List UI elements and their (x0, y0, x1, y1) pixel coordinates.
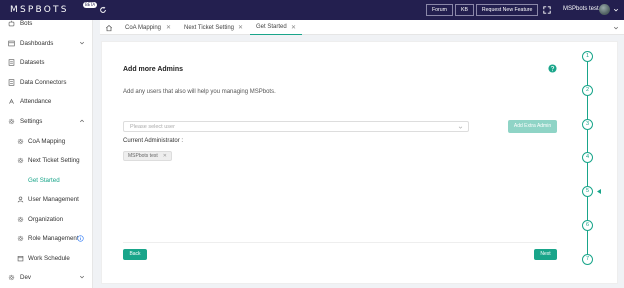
connector-icon (8, 78, 15, 86)
step-5[interactable]: 5 (582, 186, 593, 197)
dashboard-icon (8, 40, 15, 46)
tab-coa-mapping[interactable]: CoA Mapping ✕ (118, 20, 178, 35)
gear-icon (17, 235, 24, 241)
sidebar-item-label: Data Connectors (20, 78, 67, 86)
home-icon[interactable] (105, 24, 113, 32)
divider (123, 242, 557, 243)
add-extra-admin-button[interactable]: Add Extra Admin (508, 120, 557, 133)
sidebar-item-settings[interactable]: Settings (0, 115, 93, 127)
logo-text: MSPBOTS (10, 5, 69, 15)
close-icon[interactable]: ✕ (238, 24, 243, 31)
tab-label: CoA Mapping (125, 24, 162, 31)
admin-tag-label: MSPbots test (128, 153, 158, 159)
calendar-icon (17, 255, 24, 261)
step-1[interactable]: 1 (582, 51, 593, 62)
step-6[interactable]: 6 (582, 220, 593, 231)
chevron-down-icon (458, 126, 463, 129)
close-icon[interactable]: ✕ (166, 24, 171, 31)
bot-icon (8, 20, 15, 26)
sidebar-item-label: Get Started (28, 176, 60, 184)
fullscreen-icon[interactable] (543, 6, 551, 14)
gear-icon (8, 118, 15, 124)
sidebar-item-label: Attendance (20, 97, 52, 105)
sidebar-item-label: Role Management (28, 234, 79, 242)
sidebar-item-label: Organization (28, 215, 64, 223)
user-name[interactable]: MSPbots test (563, 6, 599, 12)
user-icon (17, 196, 24, 202)
page-description: Add any users that also will help you ma… (123, 89, 276, 95)
top-links: Forum KB Request New Feature (426, 4, 540, 16)
close-icon[interactable]: ✕ (163, 152, 167, 160)
step-2[interactable]: 2 (582, 85, 593, 96)
sidebar-item-bots[interactable]: Bots (0, 17, 93, 29)
sidebar-item-datasets[interactable]: Datasets (0, 56, 93, 68)
gear-icon (17, 216, 24, 222)
sidebar-item-label: Dev (20, 273, 32, 281)
step-4[interactable]: 4 (582, 152, 593, 163)
avatar[interactable] (599, 4, 610, 15)
kb-link[interactable]: KB (455, 4, 474, 16)
sidebar-item-label: Bots (20, 19, 33, 27)
sidebar-item-dev[interactable]: Dev (0, 271, 93, 283)
gear-icon (17, 157, 24, 163)
gear-icon (8, 274, 15, 280)
next-button[interactable]: Next (534, 249, 557, 260)
current-step-pointer-icon (597, 189, 601, 194)
chevron-down-icon (79, 41, 85, 45)
chevron-up-icon (79, 119, 85, 123)
sidebar-item-user-management[interactable]: User Management (0, 193, 93, 205)
sidebar-item-work-schedule[interactable]: Work Schedule (0, 252, 93, 264)
sidebar-item-next-ticket-setting[interactable]: Next Ticket Setting (0, 154, 93, 166)
sidebar-item-label: Settings (20, 117, 43, 125)
sidebar-item-role-management[interactable]: Role Management (0, 232, 93, 244)
attendance-icon (9, 98, 14, 104)
sidebar-item-organization[interactable]: Organization (0, 213, 93, 225)
close-icon[interactable]: ✕ (291, 24, 296, 31)
step-7[interactable]: 7 (582, 254, 593, 265)
sidebar-item-coa-mapping[interactable]: CoA Mapping (0, 135, 93, 147)
tab-label: Get Started (256, 24, 287, 30)
tab-label: Next Ticket Setting (184, 24, 235, 31)
beta-badge: BETA (83, 2, 98, 8)
forum-link[interactable]: Forum (426, 4, 453, 16)
refresh-icon[interactable] (99, 6, 107, 14)
user-select-placeholder: Please select user (130, 124, 175, 130)
dataset-icon (8, 58, 15, 66)
chevron-down-icon[interactable] (613, 25, 619, 31)
gear-icon (17, 138, 24, 144)
chevron-down-icon[interactable] (613, 7, 619, 13)
top-bar: MSPBOTS BETA Forum KB Request New Featur… (0, 0, 624, 20)
sidebar-item-attendance[interactable]: Attendance (0, 95, 93, 107)
tab-next-ticket-setting[interactable]: Next Ticket Setting ✕ (178, 20, 252, 35)
admin-tag: MSPbots test ✕ (123, 151, 172, 161)
current-admin-label: Current Administrator : (123, 138, 184, 144)
sidebar-item-label: Dashboards (20, 39, 54, 47)
get-started-card: Add more Admins Add any users that also … (101, 41, 618, 284)
sidebar: Bots Dashboards Datasets Data Connectors… (0, 20, 93, 288)
sidebar-item-data-connectors[interactable]: Data Connectors (0, 76, 93, 88)
step-3[interactable]: 3 (582, 119, 593, 130)
logo[interactable]: MSPBOTS BETA (10, 2, 98, 15)
sidebar-item-label: CoA Mapping (28, 137, 66, 145)
info-icon[interactable] (77, 234, 84, 242)
sidebar-item-label: Datasets (20, 58, 45, 66)
chevron-down-icon (79, 275, 85, 279)
back-button[interactable]: Back (123, 249, 147, 260)
tab-get-started[interactable]: Get Started ✕ (250, 20, 302, 35)
sidebar-item-label: Work Schedule (28, 254, 70, 262)
page-title: Add more Admins (123, 66, 184, 73)
sidebar-item-label: Next Ticket Setting (28, 156, 80, 164)
sidebar-item-dashboards[interactable]: Dashboards (0, 37, 93, 49)
user-select[interactable]: Please select user (123, 121, 469, 132)
sidebar-item-get-started[interactable]: Get Started (0, 174, 93, 186)
request-feature-link[interactable]: Request New Feature (475, 4, 539, 16)
tabs-bar: CoA Mapping ✕ Next Ticket Setting ✕ Get … (100, 20, 624, 35)
help-icon[interactable] (548, 64, 557, 73)
sidebar-item-label: User Management (28, 195, 79, 203)
